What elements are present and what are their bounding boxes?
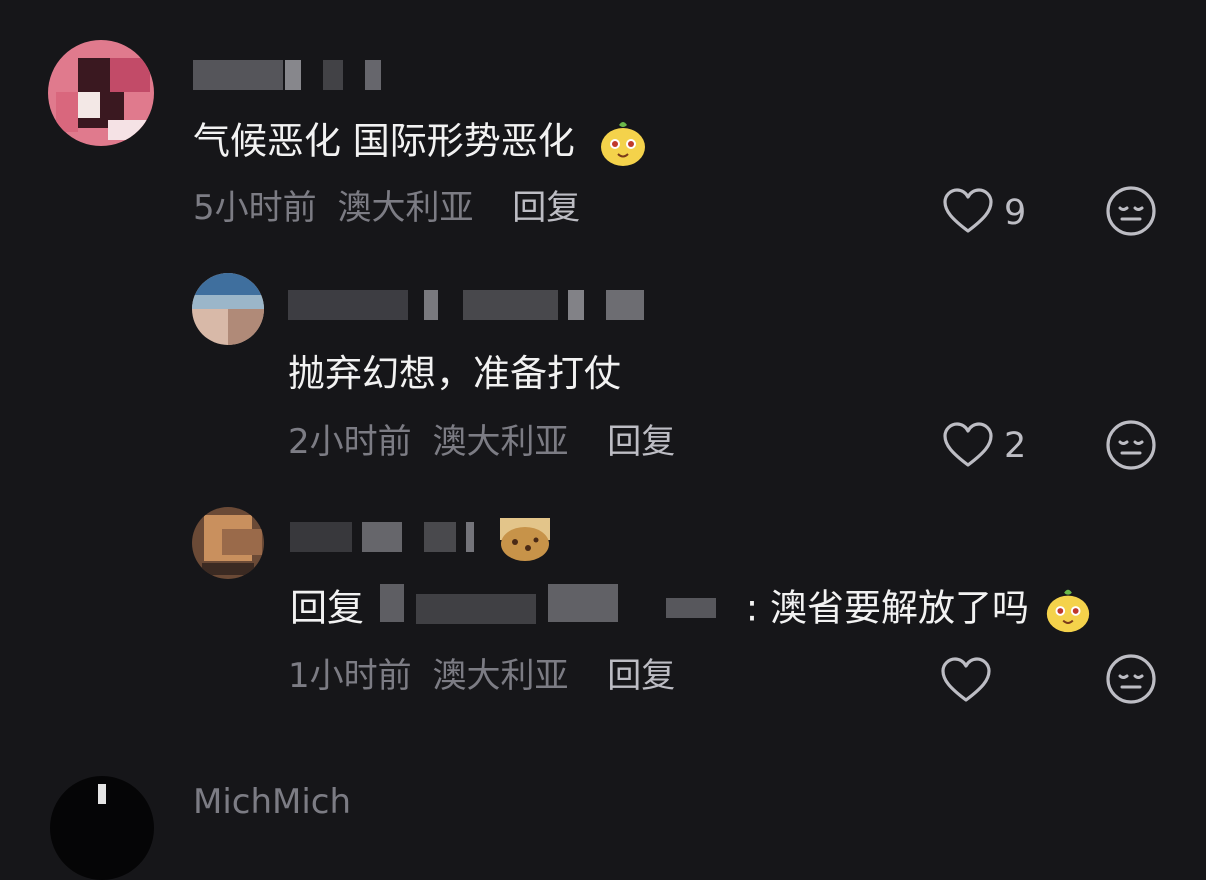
username-redacted[interactable] <box>193 60 393 90</box>
user-avatar[interactable] <box>48 40 154 146</box>
mentioned-username-redacted[interactable] <box>376 584 746 628</box>
comment-meta: 1小时前 澳大利亚 回复 <box>288 656 676 696</box>
heart-outline-icon[interactable] <box>940 656 992 704</box>
user-avatar[interactable] <box>192 273 264 345</box>
heart-outline-icon[interactable] <box>942 187 994 235</box>
username-redacted[interactable] <box>290 522 490 552</box>
meh-face-icon[interactable] <box>1105 185 1157 237</box>
comment-text: 回复 : 澳省要解放了吗 <box>290 584 1093 635</box>
mango-face-emoji <box>1046 589 1089 633</box>
like-count: 9 <box>1004 193 1027 233</box>
comment-meta: 5小时前 澳大利亚 回复 <box>193 188 581 228</box>
username[interactable]: MichMich <box>193 782 351 822</box>
user-avatar[interactable] <box>50 776 154 880</box>
user-avatar[interactable] <box>192 507 264 579</box>
cookie-emoji <box>500 518 550 561</box>
meh-face-icon[interactable] <box>1105 653 1157 705</box>
comment-text: 气候恶化 国际形势恶化 <box>193 117 649 169</box>
username-redacted[interactable] <box>288 290 658 320</box>
like-count: 2 <box>1004 426 1027 466</box>
comment-meta: 2小时前 澳大利亚 回复 <box>288 422 676 462</box>
comment-text: 抛弃幻想，准备打仗 <box>288 352 621 395</box>
reply-button[interactable]: 回复 <box>607 656 675 696</box>
meh-face-icon[interactable] <box>1105 419 1157 471</box>
reply-button[interactable]: 回复 <box>512 188 580 228</box>
mango-face-emoji <box>600 122 645 166</box>
reply-button[interactable]: 回复 <box>607 422 675 462</box>
heart-outline-icon[interactable] <box>942 421 994 469</box>
